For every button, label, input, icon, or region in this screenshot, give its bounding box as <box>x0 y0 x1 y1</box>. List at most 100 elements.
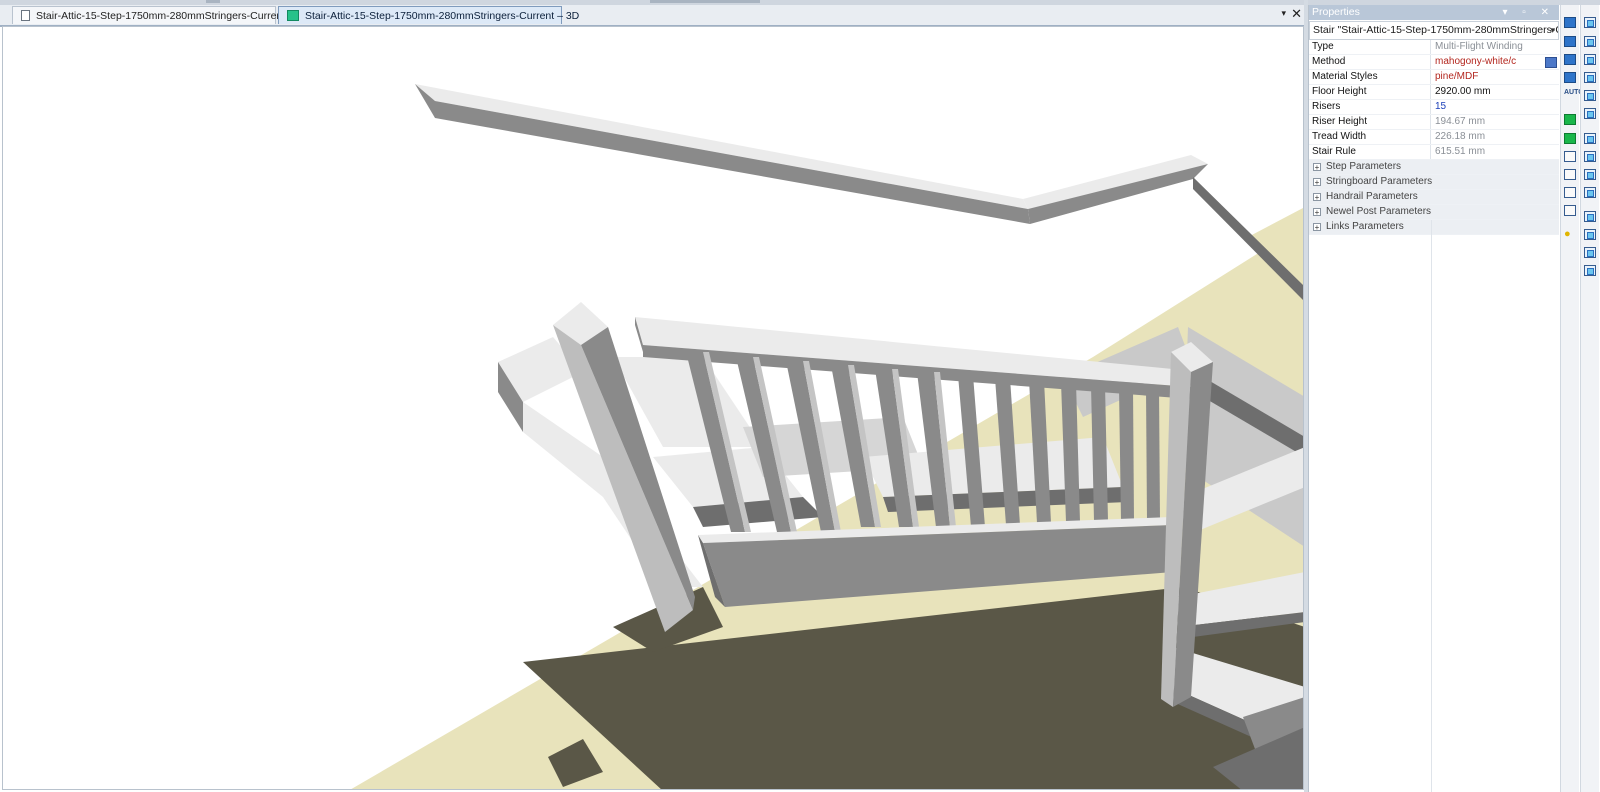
orbit-icon[interactable] <box>1564 72 1576 83</box>
group-header: + Newel Post Parameters <box>1309 205 1431 219</box>
property-key: Risers <box>1309 100 1431 114</box>
selected-object: Stair "Stair-Attic-15-Step-1750mm-280mmS… <box>1313 24 1559 36</box>
property-value[interactable]: 15 <box>1431 100 1559 114</box>
group-header: + Handrail Parameters <box>1309 190 1418 204</box>
group-label: Handrail Parameters <box>1326 191 1418 202</box>
document-icon <box>21 10 30 21</box>
cube-view-icon[interactable] <box>1584 17 1596 28</box>
property-row-floor-height[interactable]: Floor Height 2920.00 mm <box>1309 85 1559 100</box>
box-view-icon[interactable] <box>1564 169 1576 180</box>
group-label: Newel Post Parameters <box>1326 206 1432 217</box>
property-value-text: mahogony-white/c <box>1435 56 1517 67</box>
property-row-material-styles[interactable]: Material Styles pine/MDF <box>1309 70 1559 85</box>
expand-icon[interactable]: + <box>1313 208 1321 217</box>
cube-view-icon[interactable] <box>1584 229 1596 240</box>
group-newel-post-parameters[interactable]: + Newel Post Parameters <box>1309 205 1559 220</box>
cube-view-icon[interactable] <box>1584 36 1596 47</box>
cube-view-icon[interactable] <box>1584 54 1596 65</box>
property-value: 226.18 mm <box>1435 131 1486 142</box>
property-row-tread-width[interactable]: Tread Width 226.18 mm <box>1309 130 1559 145</box>
group-label: Stringboard Parameters <box>1326 176 1433 187</box>
tab-label: Stair-Attic-15-Step-1750mm-280mmStringer… <box>36 9 286 22</box>
3d-viewport[interactable] <box>2 26 1304 790</box>
group-links-parameters[interactable]: + Links Parameters <box>1309 220 1559 235</box>
property-key: Material Styles <box>1309 70 1431 84</box>
orbit-icon[interactable] <box>1564 54 1576 65</box>
cube-view-icon[interactable] <box>1584 90 1596 101</box>
property-key: Floor Height <box>1309 85 1431 99</box>
property-value[interactable]: pine/MDF <box>1431 70 1559 84</box>
cube-view-icon[interactable] <box>1584 211 1596 222</box>
render-icon[interactable] <box>1564 36 1576 47</box>
group-handrail-parameters[interactable]: + Handrail Parameters <box>1309 190 1559 205</box>
cube-view-icon[interactable] <box>1584 169 1596 180</box>
chevron-down-icon[interactable]: ▾ <box>1550 22 1555 39</box>
property-value[interactable]: 2920.00 mm <box>1431 85 1559 99</box>
expand-icon[interactable]: + <box>1313 223 1321 232</box>
render-icon[interactable] <box>1564 17 1576 28</box>
box-view-icon[interactable] <box>1564 187 1576 198</box>
auto-icon[interactable]: AUTO <box>1564 89 1584 101</box>
upper-handrail <box>415 84 1028 209</box>
property-grid-divider <box>1431 220 1432 792</box>
property-key: Method <box>1309 55 1431 69</box>
baluster <box>1119 387 1134 521</box>
expand-icon[interactable]: + <box>1313 178 1321 187</box>
property-row-risers[interactable]: Risers 15 <box>1309 100 1559 115</box>
baluster <box>1091 385 1108 521</box>
property-row-riser-height[interactable]: Riser Height 194.67 mm <box>1309 115 1559 130</box>
group-header: + Step Parameters <box>1309 160 1401 174</box>
property-key: Stair Rule <box>1309 145 1431 159</box>
property-value[interactable]: Multi-Flight Winding <box>1431 40 1559 54</box>
panel-title: Properties <box>1312 6 1360 18</box>
cube-view-icon[interactable] <box>1584 108 1596 119</box>
properties-panel: Properties ▾ ▫ ✕ Stair "Stair-Attic-15-S… <box>1308 5 1559 792</box>
group-stringboard-parameters[interactable]: + Stringboard Parameters <box>1309 175 1559 190</box>
properties-title-bar: Properties ▾ ▫ ✕ <box>1309 5 1559 20</box>
property-grid: Type Multi-Flight Winding Method mahogon… <box>1309 40 1559 235</box>
expand-icon[interactable]: + <box>1313 193 1321 202</box>
box-view-icon[interactable] <box>1564 133 1576 144</box>
document-tab-bar: Stair-Attic-15-Step-1750mm-280mmStringer… <box>0 5 1308 27</box>
expand-icon[interactable]: + <box>1313 163 1321 172</box>
cube-view-icon[interactable] <box>1584 151 1596 162</box>
group-step-parameters[interactable]: + Step Parameters <box>1309 160 1559 175</box>
cube-view-icon[interactable] <box>1584 72 1596 83</box>
tab-plan-view[interactable]: Stair-Attic-15-Step-1750mm-280mmStringer… <box>12 6 285 24</box>
property-key: Tread Width <box>1309 130 1431 144</box>
group-label: Links Parameters <box>1326 221 1404 232</box>
property-row-stair-rule[interactable]: Stair Rule 615.51 mm <box>1309 145 1559 160</box>
object-selector-dropdown[interactable]: Stair "Stair-Attic-15-Step-1750mm-280mmS… <box>1309 21 1559 40</box>
close-tab-icon[interactable]: ✕ <box>1291 6 1302 22</box>
property-value: 615.51 mm <box>1435 146 1486 157</box>
property-row-method[interactable]: Method mahogony-white/c <box>1309 55 1559 70</box>
property-row-type[interactable]: Type Multi-Flight Winding <box>1309 40 1559 55</box>
group-header: + Links Parameters <box>1309 220 1404 234</box>
view-toolbar <box>1580 5 1599 792</box>
group-header: + Stringboard Parameters <box>1309 175 1432 189</box>
property-key: Riser Height <box>1309 115 1431 129</box>
tab-label: Stair-Attic-15-Step-1750mm-280mmStringer… <box>305 9 580 22</box>
property-value: 194.67 mm <box>1435 116 1486 127</box>
cube-view-icon[interactable] <box>1584 187 1596 198</box>
top-strip-marker <box>206 0 220 3</box>
baluster <box>1146 389 1160 521</box>
tab-list-dropdown-icon[interactable]: ▾ <box>1281 8 1286 19</box>
cube-view-icon[interactable] <box>1584 133 1596 144</box>
picker-button-icon[interactable] <box>1545 57 1557 68</box>
3d-view-icon <box>287 10 299 21</box>
render-toolbar: AUTO ● <box>1560 5 1584 792</box>
group-label: Step Parameters <box>1326 161 1402 172</box>
box-view-icon[interactable] <box>1564 151 1576 162</box>
bulb-icon[interactable]: ● <box>1564 229 1576 240</box>
cube-view-icon[interactable] <box>1584 247 1596 258</box>
panel-window-buttons[interactable]: ▾ ▫ ✕ <box>1503 5 1556 20</box>
stair-3d-render <box>351 84 1303 789</box>
tab-3d-view[interactable]: Stair-Attic-15-Step-1750mm-280mmStringer… <box>278 6 579 24</box>
box-view-icon[interactable] <box>1564 205 1576 216</box>
property-value[interactable]: mahogony-white/c <box>1431 55 1559 69</box>
upper-handrail <box>435 101 1030 224</box>
box-view-icon[interactable] <box>1564 114 1576 125</box>
property-key: Type <box>1309 40 1431 54</box>
cube-view-icon[interactable] <box>1584 265 1596 276</box>
